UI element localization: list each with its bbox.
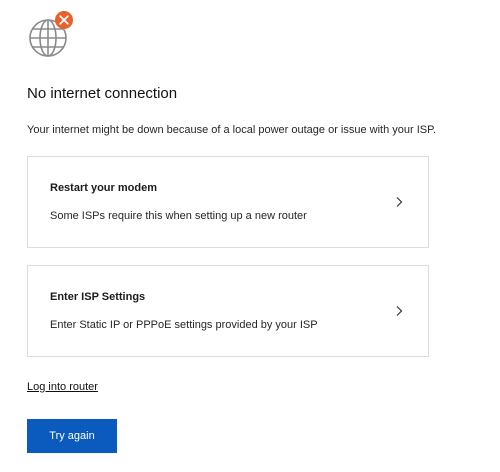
isp-settings-subtitle: Enter Static IP or PPPoE settings provid… — [50, 319, 318, 331]
chevron-right-icon — [396, 306, 403, 316]
restart-modem-subtitle: Some ISPs require this when setting up a… — [50, 210, 307, 222]
isp-settings-title: Enter ISP Settings — [50, 291, 146, 303]
page-description: Your internet might be down because of a… — [27, 124, 437, 136]
try-again-button[interactable]: Try again — [27, 419, 117, 453]
log-into-router-link[interactable]: Log into router — [27, 381, 98, 393]
restart-modem-title: Restart your modem — [50, 182, 157, 194]
isp-settings-card[interactable]: Enter ISP Settings Enter Static IP or PP… — [27, 265, 429, 357]
restart-modem-card[interactable]: Restart your modem Some ISPs require thi… — [27, 156, 429, 248]
error-badge-icon — [55, 11, 73, 29]
page-title: No internet connection — [27, 85, 178, 102]
chevron-right-icon — [396, 197, 403, 207]
globe-disconnected-icon — [29, 11, 73, 57]
